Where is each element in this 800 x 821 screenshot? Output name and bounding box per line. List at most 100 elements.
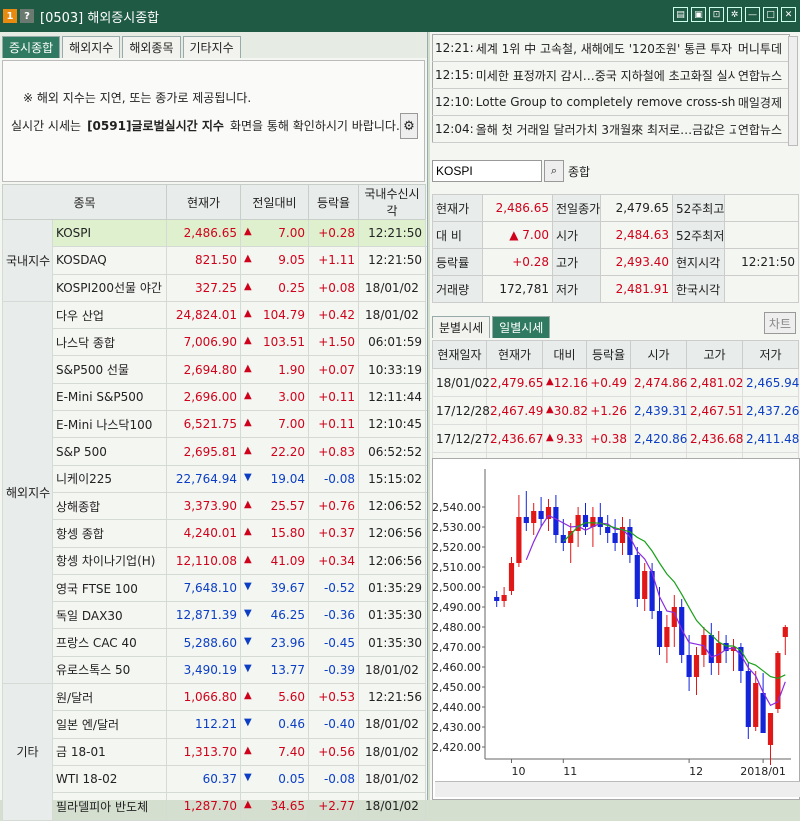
header-price[interactable]: 현재가 <box>166 184 241 220</box>
tab-minute-quotes[interactable]: 분별시세 <box>432 316 491 338</box>
info-label-c: 한국시각 <box>672 275 725 303</box>
daily-header-rate[interactable]: 등락율 <box>586 340 631 369</box>
maximize-icon[interactable]: □ <box>763 7 778 22</box>
row-date: 18/01/02 <box>358 655 426 685</box>
news-item[interactable]: 12:21: 세계 1위 中 고속철, 새해에도 '120조원' 통큰 투자 머니투… <box>432 34 790 62</box>
news-scrollbar[interactable] <box>788 36 798 146</box>
row-change: ▼ 19.04 <box>240 464 309 493</box>
down-arrow-icon: ▼ <box>244 635 252 647</box>
notice-screen-code[interactable]: [0591]글로벌실시간 지수 <box>87 119 224 133</box>
row-name: E-Mini S&P500 <box>52 382 167 412</box>
news-title[interactable]: Lotte Group to completely remove cross-s… <box>473 88 736 116</box>
tab-market-summary[interactable]: 증시종합 <box>2 36 61 58</box>
tab-other-index[interactable]: 기타지수 <box>182 36 241 58</box>
daily-row[interactable]: 18/01/02 2,479.65 ▲ 12.16 +0.49 2,474.86 2,481… <box>432 368 799 397</box>
daily-header-close[interactable]: 현재가 <box>486 340 543 369</box>
table-row[interactable]: KOSPI200선물 야간 327.25 ▲ 0.25 +0.08 18/01/02 <box>3 273 426 302</box>
candle-body <box>745 671 751 727</box>
row-time: 12:06:56 <box>358 546 426 575</box>
table-row[interactable]: 국내지수 KOSPI 2,486.65 ▲ 7.00 +0.28 12:21:50 <box>2 218 426 302</box>
daily-header-open[interactable]: 시가 <box>630 340 687 369</box>
table-row[interactable]: 필라델피아 반도체 1,287.70 ▲ 34.65 +2.77 18/01/02 <box>3 792 426 821</box>
tab-foreign-index[interactable]: 해외지수 <box>62 36 121 58</box>
daily-row[interactable]: 17/12/28 2,467.49 ▲ 30.82 +1.26 2,439.31 2,467… <box>432 396 799 425</box>
close-icon[interactable]: ✕ <box>781 7 796 22</box>
header-time[interactable]: 국내수신시각 <box>358 184 426 220</box>
news-item[interactable]: 12:15: 미세한 표정까지 감시…중국 지하철에 초고화질 실시 연합뉴스 <box>432 61 790 89</box>
table-row[interactable]: S&P 500 2,695.81 ▲ 22.20 +0.83 06:52:52 <box>3 437 426 466</box>
row-price: 60.37 <box>166 764 241 794</box>
table-row[interactable]: 프랑스 CAC 40 5,288.60 ▼ 23.96 -0.45 01:35:30 <box>3 628 426 657</box>
table-row[interactable]: 기타 원/달러 1,066.80 ▲ 5.60 +0.53 12:21:56 <box>2 683 426 821</box>
table-row[interactable]: 항셍 종합 4,240.01 ▲ 15.80 +0.37 12:06:56 <box>3 519 426 548</box>
table-row[interactable]: 금 18-01 1,313.70 ▲ 7.40 +0.56 18/01/02 <box>3 737 426 766</box>
row-rate: -0.45 <box>308 628 359 657</box>
gear-icon[interactable]: ⚙ <box>400 113 418 139</box>
news-list: 12:21: 세계 1위 中 고속철, 새해에도 '120조원' 통큰 투자 머니투… <box>432 34 790 143</box>
table-row[interactable]: KOSDAQ 821.50 ▲ 9.05 +1.11 12:21:50 <box>3 246 426 275</box>
tab-foreign-stock[interactable]: 해외종목 <box>122 36 181 58</box>
candle-body <box>553 507 559 535</box>
price-chart[interactable]: 2,540.00 2,530.00 2,520.00 2,510.00 2,500.00… <box>432 458 800 800</box>
help-icon[interactable]: ? <box>20 9 34 23</box>
lock-icon[interactable]: ⊡ <box>709 7 724 22</box>
daily-header-low[interactable]: 저가 <box>742 340 799 369</box>
link-icon[interactable]: ▤ <box>673 7 688 22</box>
table-row[interactable]: 영국 FTSE 100 7,648.10 ▼ 39.67 -0.52 01:35:29 <box>3 573 426 603</box>
row-change: ▲ 1.90 <box>240 355 309 384</box>
table-row[interactable]: E-Mini 나스닥100 6,521.75 ▲ 7.00 +0.11 12:10:45 <box>3 410 426 439</box>
table-row[interactable]: S&P500 선물 2,694.80 ▲ 1.90 +0.07 10:33:19 <box>3 355 426 384</box>
table-row[interactable]: WTI 18-02 60.37 ▼ 0.05 -0.08 18/01/02 <box>3 764 426 794</box>
table-row[interactable]: 독일 DAX30 12,871.39 ▼ 46.25 -0.36 01:35:30 <box>3 601 426 630</box>
table-row[interactable]: 해외지수 다우 산업 24,824.01 ▲ 104.79 +0.42 18/01/02 <box>2 300 426 685</box>
minimize-icon[interactable]: — <box>745 7 760 22</box>
table-row[interactable]: 상해종합 3,373.90 ▲ 25.57 +0.76 12:06:52 <box>3 491 426 521</box>
row-price: 2,486.65 <box>166 218 241 248</box>
candle-body <box>597 517 603 527</box>
news-title[interactable]: 미세한 표정까지 감시…중국 지하철에 초고화질 실시 <box>473 61 736 89</box>
symbol-input[interactable] <box>432 160 542 182</box>
table-row[interactable]: E-Mini S&P500 2,696.00 ▲ 3.00 +0.11 12:11:44 <box>3 382 426 412</box>
candle-body <box>656 611 663 647</box>
row-time: 12:21:50 <box>358 218 426 248</box>
table-row[interactable]: 항셍 차이나기업(H) 12,110.08 ▲ 41.09 +0.34 12:06:56 <box>3 546 426 575</box>
row-price: 1,066.80 <box>166 683 241 712</box>
screen-number-icon[interactable]: 1 <box>3 9 17 23</box>
chart-scroll-bar[interactable] <box>435 781 800 797</box>
daily-row[interactable]: 17/12/27 2,436.67 ▲ 9.33 +0.38 2,420.86 2,436.… <box>432 424 799 453</box>
up-arrow-icon: ▲ <box>244 280 252 292</box>
settings-icon[interactable]: ✲ <box>727 7 742 22</box>
news-title[interactable]: 세계 1위 中 고속철, 새해에도 '120조원' 통큰 투자 <box>473 34 736 62</box>
news-item[interactable]: 12:10: Lotte Group to completely remove c… <box>432 88 790 116</box>
row-rate: +0.37 <box>308 519 359 548</box>
row-change: ▲ 9.05 <box>240 246 309 275</box>
daily-rate: +0.49 <box>586 368 631 397</box>
info-row: 등락률 +0.28 고가 2,493.40 현지시각 12:21:50 <box>432 248 799 276</box>
chart-button[interactable]: 차트 <box>763 312 796 334</box>
news-title[interactable]: 올해 첫 거래일 달러가치 3개월來 최저로…금값은 고공 <box>473 115 736 143</box>
header-change[interactable]: 전일대비 <box>240 184 309 220</box>
candle-body <box>686 655 692 677</box>
daily-open: 2,474.86 <box>630 368 687 397</box>
y-tick-label: 2,510.00 <box>433 561 481 574</box>
down-arrow-icon: ▼ <box>244 471 252 483</box>
table-row[interactable]: 유로스톡스 50 3,490.19 ▼ 13.77 -0.39 18/01/02 <box>3 655 426 685</box>
row-change: ▲ 41.09 <box>240 546 309 575</box>
search-icon[interactable]: ⌕ <box>544 160 564 182</box>
up-arrow-icon: ▲ <box>244 335 252 347</box>
table-row[interactable]: 나스닥 종합 7,006.90 ▲ 103.51 +1.50 06:01:59 <box>3 328 426 357</box>
header-rate[interactable]: 등락율 <box>308 184 359 220</box>
table-row[interactable]: 일본 엔/달러 112.21 ▼ 0.46 -0.40 18/01/02 <box>3 710 426 739</box>
header-name[interactable]: 종목 <box>2 184 167 220</box>
row-rate: -0.52 <box>308 573 359 603</box>
daily-header-high[interactable]: 고가 <box>686 340 743 369</box>
candle-body <box>531 511 537 523</box>
info-row: 현재가 2,486.65 전일종가 2,479.65 52주최고 <box>432 194 799 222</box>
tab-daily-quotes[interactable]: 일별시세 <box>492 316 551 338</box>
copy-icon[interactable]: ▣ <box>691 7 706 22</box>
daily-change-value: 9.33 <box>556 431 583 446</box>
daily-header-change[interactable]: 대비 <box>542 340 587 369</box>
table-row[interactable]: 니케이225 22,764.94 ▼ 19.04 -0.08 15:15:02 <box>3 464 426 493</box>
daily-header-date[interactable]: 현재일자 <box>432 340 487 369</box>
news-item[interactable]: 12:04: 올해 첫 거래일 달러가치 3개월來 최저로…금값은 고공 연합뉴스 <box>432 115 790 143</box>
